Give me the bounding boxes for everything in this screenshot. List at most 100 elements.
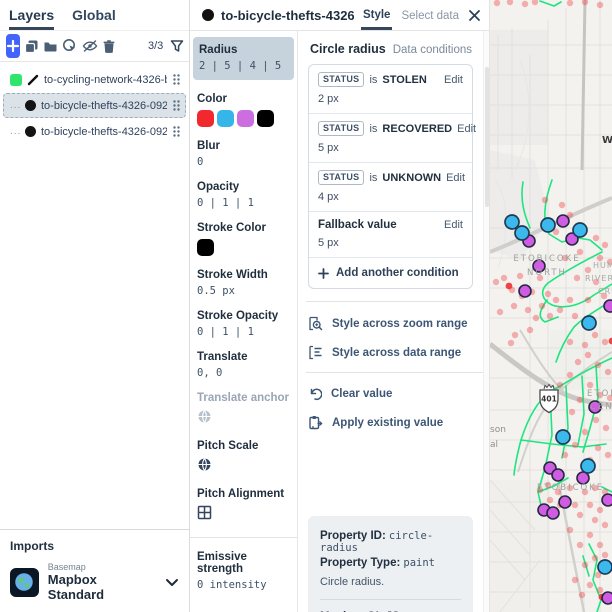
map-point-blue[interactable] (581, 315, 597, 331)
edit-button[interactable]: Edit (444, 74, 463, 86)
map-point-red[interactable] (576, 511, 584, 519)
map-point-red[interactable] (581, 428, 589, 436)
map-point-red[interactable] (493, 0, 501, 7)
map-point-red[interactable] (594, 361, 602, 369)
map-point-red[interactable] (558, 201, 566, 209)
map-point-red[interactable] (586, 531, 594, 539)
map-point-red[interactable] (531, 0, 539, 6)
add-condition-button[interactable]: Add another condition (309, 258, 472, 288)
map-point-red[interactable] (591, 331, 599, 339)
prop-stroke-color[interactable]: Stroke Color (197, 222, 291, 256)
tab-style[interactable]: Style (360, 1, 393, 30)
map-point-red[interactable] (566, 338, 574, 346)
clear-value-button[interactable]: Clear value (308, 387, 473, 401)
drag-handle-icon[interactable] (172, 73, 181, 86)
edit-button[interactable]: Edit (444, 219, 463, 231)
map-point-red[interactable] (584, 296, 592, 304)
map-point-red[interactable] (601, 241, 609, 249)
toggle-visibility-button[interactable] (82, 34, 98, 58)
map-point-red[interactable] (552, 296, 560, 304)
map-point-red[interactable] (507, 339, 515, 347)
stroke-color-swatch[interactable] (197, 239, 214, 256)
map-point-red[interactable] (576, 396, 584, 404)
map-point-red[interactable] (556, 306, 564, 314)
map-point-red[interactable] (578, 591, 586, 599)
color-swatch-black[interactable] (257, 110, 274, 127)
map-point-red[interactable] (566, 371, 574, 379)
map-point-red[interactable] (511, 331, 519, 339)
color-swatch-purple[interactable] (237, 110, 254, 127)
map-point-blue[interactable] (555, 429, 571, 445)
group-layers-button[interactable] (43, 34, 58, 58)
map-point-red[interactable] (571, 441, 579, 449)
layer-row-bicycle-thefts-copy[interactable]: ... to-bicycle-thefts-4326-092pxd copy (3, 93, 186, 118)
prop-opacity[interactable]: Opacity 0 | 1 | 1 (197, 181, 291, 209)
map-point-red[interactable] (576, 541, 584, 549)
drag-handle-icon[interactable] (172, 125, 181, 138)
layer-row-bicycle-thefts[interactable]: ... to-bicycle-thefts-4326-092pxd (3, 119, 186, 144)
map-point-red[interactable] (538, 302, 546, 310)
color-swatch-red[interactable] (197, 110, 214, 127)
prop-blur[interactable]: Blur 0 (197, 140, 291, 168)
map-point-blue[interactable] (580, 458, 596, 474)
map-point-red[interactable] (601, 521, 609, 529)
map-point-red[interactable] (596, 541, 604, 549)
map-point-red[interactable] (581, 341, 589, 349)
map-point-red[interactable] (596, 506, 604, 514)
chevron-down-icon[interactable] (165, 578, 179, 587)
prop-pitch-alignment[interactable]: Pitch Alignment (197, 488, 291, 523)
apply-existing-value-button[interactable]: Apply existing value (308, 415, 473, 430)
prop-stroke-opacity[interactable]: Stroke Opacity 0 | 1 | 1 (197, 310, 291, 338)
map-point-purple[interactable] (556, 214, 570, 228)
map-canvas[interactable]: ETOBICOKE NORTH HUM RIVER– CRE ETOBI CEN… (490, 0, 612, 612)
map-point-red[interactable] (581, 0, 589, 6)
filter-layers-button[interactable] (170, 34, 184, 58)
map-point-red[interactable] (492, 278, 500, 286)
map-point-red[interactable] (532, 314, 540, 322)
map-point-red[interactable] (544, 290, 552, 298)
map-point-red[interactable] (586, 501, 594, 509)
map-point-purple[interactable] (558, 495, 572, 509)
condition-card-recovered[interactable]: STATUS is RECOVERED Edit 5 px (309, 114, 476, 163)
condition-size[interactable]: 5 px (318, 142, 463, 154)
condition-card-stolen[interactable]: STATUS is STOLEN Edit 2 px (309, 65, 472, 114)
map-point-red[interactable] (566, 296, 574, 304)
map-point-red[interactable] (546, 312, 554, 320)
layer-row-cycling-network[interactable]: to-cycling-network-4326-bz783m (3, 67, 186, 92)
map-point-red[interactable] (584, 266, 592, 274)
map-point-red[interactable] (594, 444, 602, 452)
map-point-red[interactable] (592, 234, 600, 242)
tab-layers[interactable]: Layers (9, 7, 55, 30)
map-point-red[interactable] (506, 0, 514, 6)
duplicate-layer-button[interactable] (24, 34, 39, 58)
prop-radius[interactable]: Radius 2 | 5 | 4 | 5 (193, 37, 294, 80)
edit-button[interactable]: Edit (446, 172, 465, 184)
map-point-red[interactable] (573, 274, 581, 282)
map-point-purple[interactable] (601, 591, 612, 605)
map-point-blue[interactable] (504, 214, 520, 230)
map-point-purple[interactable] (551, 468, 565, 482)
map-point-blue[interactable] (572, 222, 588, 238)
map-point-red[interactable] (596, 586, 604, 594)
map-point-red[interactable] (541, 196, 549, 204)
map-point-blue[interactable] (540, 217, 556, 233)
map-point-red[interactable] (591, 554, 599, 562)
map-point-red[interactable] (591, 516, 599, 524)
map-point-red[interactable] (568, 408, 576, 416)
map-point-blue[interactable] (597, 559, 612, 575)
map-svg[interactable]: ETOBICOKE NORTH HUM RIVER– CRE ETOBI CEN… (490, 0, 612, 612)
map-point-red[interactable] (602, 424, 610, 432)
map-point-red[interactable] (596, 1, 604, 9)
style-across-data-button[interactable]: Style across data range (308, 345, 473, 360)
map-point-red[interactable] (586, 381, 594, 389)
map-point-red[interactable] (561, 451, 569, 459)
prop-translate-anchor[interactable]: Translate anchor (197, 392, 291, 427)
condition-card-fallback[interactable]: Fallback value Edit 5 px (309, 212, 472, 258)
map-point-red[interactable] (586, 581, 594, 589)
prop-translate[interactable]: Translate 0, 0 (197, 351, 291, 379)
map-point-purple[interactable] (603, 299, 612, 313)
map-point-red[interactable] (566, 526, 574, 534)
map-point-red[interactable] (574, 358, 582, 366)
map-point-red[interactable] (516, 272, 524, 280)
delete-layer-button[interactable] (102, 34, 116, 58)
